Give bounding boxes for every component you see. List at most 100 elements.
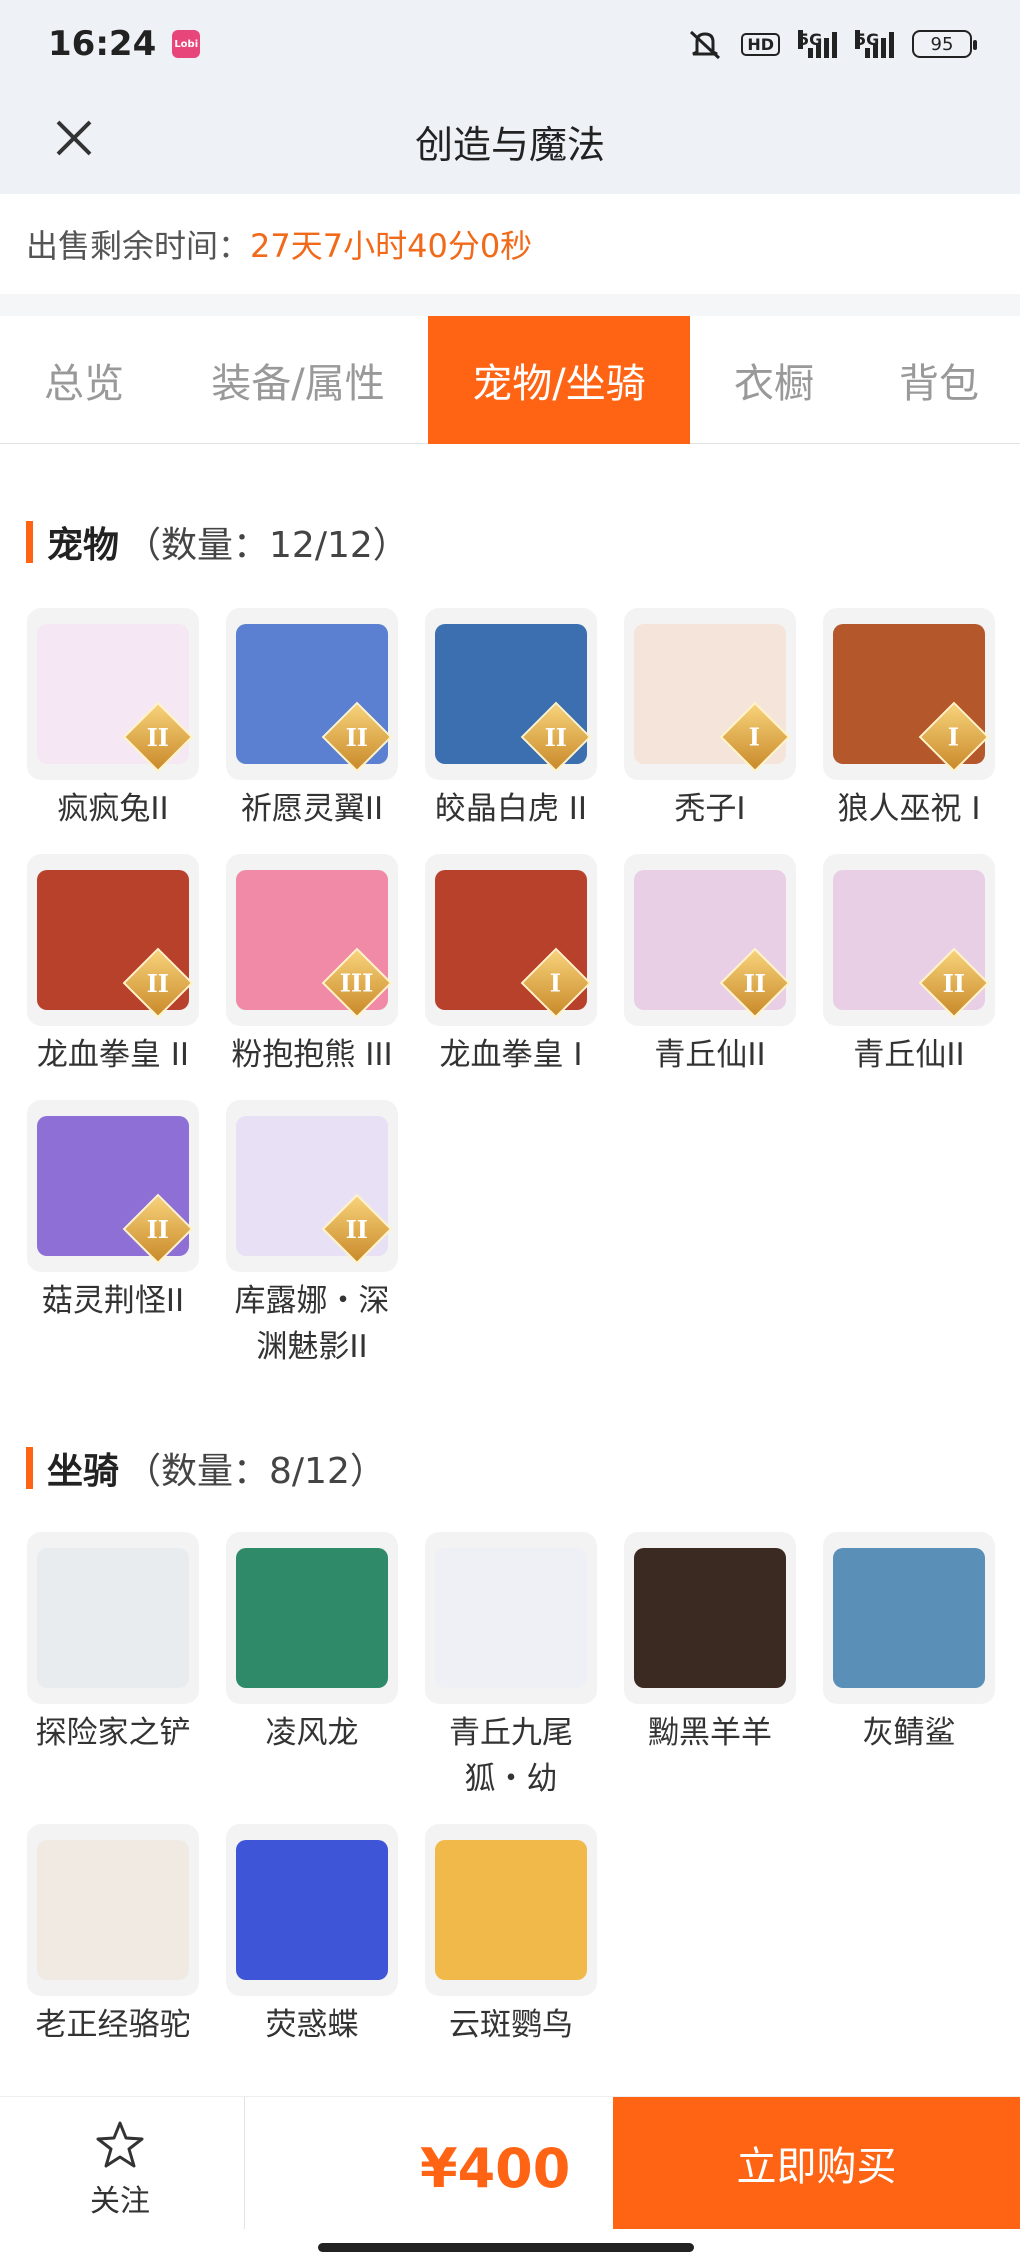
item-image	[833, 1548, 985, 1688]
grid-item[interactable]: 黝黑羊羊	[624, 1532, 796, 1756]
clock: 16:24	[48, 24, 157, 64]
item-thumbnail: II	[27, 608, 199, 780]
item-name: 祈愿灵翼II	[240, 791, 384, 827]
rank-label: II	[146, 722, 170, 752]
item-image	[435, 1840, 587, 1980]
item-name: 凌风龙	[265, 1715, 359, 1751]
item-thumbnail	[823, 1532, 995, 1704]
item-name: 皎晶白虎 II	[434, 791, 588, 827]
item-image	[634, 1548, 786, 1688]
item-image	[37, 1548, 189, 1688]
item-name: 探险家之铲	[35, 1715, 191, 1751]
grid-item[interactable]: 青丘九尾狐・幼	[425, 1532, 597, 1802]
countdown-value: 27天7小时40分0秒	[250, 227, 533, 265]
item-name: 黝黑羊羊	[648, 1715, 772, 1751]
rank-label: II	[544, 722, 568, 752]
grid-item[interactable]: II 青丘仙II	[823, 854, 995, 1078]
grid-item[interactable]: II 库露娜・深渊魅影II	[226, 1100, 398, 1370]
item-image	[435, 1548, 587, 1688]
item-name: 龙血拳皇 II	[36, 1037, 190, 1073]
tab-equipment[interactable]: 装备/属性	[168, 316, 428, 444]
section-name: 坐骑	[47, 1451, 120, 1492]
rank-label: II	[146, 968, 170, 998]
rank-label: II	[146, 1214, 170, 1244]
grid-item[interactable]: 云斑鹦鸟	[425, 1824, 597, 2048]
item-thumbnail: II	[823, 854, 995, 1026]
star-icon	[96, 2121, 144, 2168]
sale-countdown: 出售剩余时间： 27天7小时40分0秒	[0, 194, 1020, 294]
page-title: 创造与魔法	[414, 122, 605, 167]
item-name: 云斑鹦鸟	[449, 2007, 573, 2043]
item-image	[236, 1840, 388, 1980]
item-name: 疯疯兔II	[57, 791, 169, 827]
price: ¥400	[420, 2137, 571, 2200]
divider	[0, 294, 1020, 316]
item-thumbnail	[425, 1532, 597, 1704]
item-thumbnail: I	[425, 854, 597, 1026]
mounts-section-title: 坐骑 （数量：8/12）	[26, 1442, 386, 1494]
item-thumbnail	[226, 1532, 398, 1704]
section-marker	[26, 521, 33, 563]
grid-item[interactable]: III 粉抱抱熊 III	[226, 854, 398, 1078]
rank-label: I	[948, 722, 960, 752]
tab-wardrobe[interactable]: 衣橱	[690, 316, 858, 444]
item-thumbnail: II	[226, 1100, 398, 1272]
bottom-action-bar: 关注 ¥400 立即购买	[0, 2096, 1020, 2267]
grid-item[interactable]: 灰鲭鲨	[823, 1532, 995, 1756]
item-thumbnail: II	[624, 854, 796, 1026]
buy-now-button[interactable]: 立即购买	[613, 2097, 1020, 2229]
bar-divider	[244, 2097, 245, 2229]
item-image	[236, 1548, 388, 1688]
battery-icon: 95	[912, 30, 977, 58]
rank-label: II	[942, 968, 966, 998]
item-name: 狼人巫祝 I	[837, 791, 981, 827]
grid-item[interactable]: 荧惑蝶	[226, 1824, 398, 2048]
rank-label: I	[749, 722, 761, 752]
home-indicator[interactable]	[318, 2243, 694, 2252]
rank-label: II	[345, 722, 369, 752]
grid-item[interactable]: I 狼人巫祝 I	[823, 608, 995, 832]
tab-pets-mounts[interactable]: 宠物/坐骑	[428, 316, 690, 444]
item-name: 灰鲭鲨	[862, 1715, 956, 1751]
item-name: 库露娜・深渊魅影II	[234, 1283, 390, 1365]
item-name: 老正经骆驼	[35, 2007, 191, 2043]
close-button[interactable]	[44, 108, 104, 168]
hd-icon: HD	[741, 32, 780, 56]
item-name: 龙血拳皇 I	[439, 1037, 583, 1073]
rank-label: II	[345, 1214, 369, 1244]
follow-button[interactable]: 关注	[40, 2115, 200, 2225]
item-thumbnail	[425, 1824, 597, 1996]
item-name: 菇灵荆怪II	[41, 1283, 185, 1319]
mute-icon	[690, 30, 721, 60]
grid-item[interactable]: 老正经骆驼	[27, 1824, 199, 2048]
pets-section-title: 宠物 （数量：12/12）	[26, 516, 409, 568]
status-icons: HD 5G 5G 95	[687, 28, 977, 60]
section-name: 宠物	[47, 525, 120, 566]
grid-item[interactable]: II 青丘仙II	[624, 854, 796, 1078]
signal-icon-2: 5G	[855, 30, 894, 58]
item-thumbnail: III	[226, 854, 398, 1026]
item-name: 青丘仙II	[853, 1037, 965, 1073]
grid-item[interactable]: II 祈愿灵翼II	[226, 608, 398, 832]
item-name: 荧惑蝶	[265, 2007, 359, 2043]
grid-item[interactable]: I 秃子I	[624, 608, 796, 832]
item-thumbnail	[624, 1532, 796, 1704]
tab-backpack[interactable]: 背包	[858, 316, 1020, 444]
grid-item[interactable]: 凌风龙	[226, 1532, 398, 1756]
item-name: 青丘仙II	[654, 1037, 766, 1073]
grid-item[interactable]: I 龙血拳皇 I	[425, 854, 597, 1078]
rank-label: III	[340, 968, 374, 998]
grid-item[interactable]: II 皎晶白虎 II	[425, 608, 597, 832]
rank-label: I	[550, 968, 562, 998]
grid-item[interactable]: 探险家之铲	[27, 1532, 199, 1756]
item-thumbnail: II	[27, 1100, 199, 1272]
countdown-label: 出售剩余时间：	[26, 227, 251, 265]
grid-item[interactable]: II 龙血拳皇 II	[27, 854, 199, 1078]
app-notification-icon: Lobi	[172, 30, 201, 58]
item-image	[37, 1840, 189, 1980]
status-bar: 16:24 Lobi HD 5G 5G 95	[0, 0, 1020, 88]
grid-item[interactable]: II 菇灵荆怪II	[27, 1100, 199, 1324]
item-thumbnail	[27, 1824, 199, 1996]
tab-overview[interactable]: 总览	[0, 316, 168, 444]
grid-item[interactable]: II 疯疯兔II	[27, 608, 199, 832]
